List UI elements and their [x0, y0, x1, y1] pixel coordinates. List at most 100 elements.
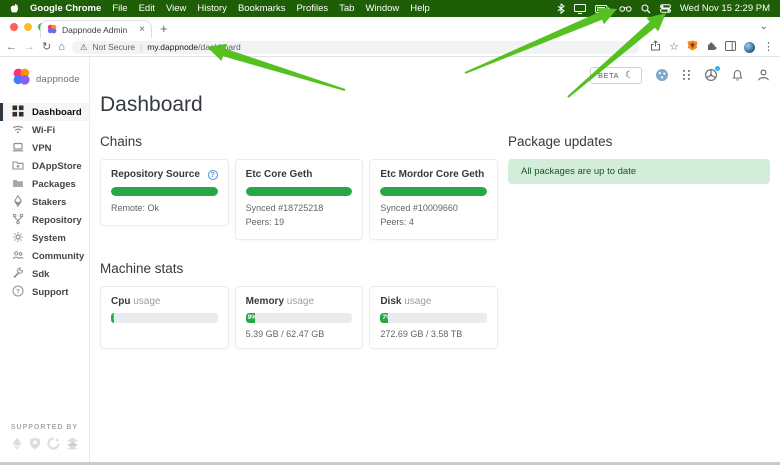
menu-window[interactable]: Window	[365, 3, 399, 14]
menubar-app-name[interactable]: Google Chrome	[30, 3, 101, 14]
sidebar-item-label: Stakers	[32, 197, 66, 208]
sidebar-item-sdk[interactable]: Sdk	[0, 265, 89, 283]
menu-tab[interactable]: Tab	[339, 3, 354, 14]
control-center-icon[interactable]	[660, 4, 671, 13]
display-icon[interactable]	[574, 4, 586, 14]
sidebar-item-stakers[interactable]: Stakers	[0, 193, 89, 211]
machine-stats-cards: Cpu usage 3% Memory usage 9% 5.39 GB / 6…	[100, 286, 498, 349]
brand-name: dappnode	[36, 74, 80, 85]
beta-badge[interactable]: BETA ☾	[590, 67, 642, 84]
disk-usage-bar: 7%	[380, 313, 487, 323]
tab-close-icon[interactable]: ×	[139, 24, 145, 35]
stat-card-cpu: Cpu usage 3%	[100, 286, 229, 349]
supported-by-label: SUPPORTED BY	[0, 424, 89, 431]
main-content: BETA ☾ Dash	[90, 57, 780, 465]
app-header: BETA ☾	[100, 61, 770, 89]
stat-suffix: usage	[133, 296, 160, 307]
sidebar-item-wifi[interactable]: Wi-Fi	[0, 121, 89, 139]
home-button[interactable]: ⌂	[58, 42, 65, 53]
extensions-puzzle-icon[interactable]	[706, 38, 717, 56]
sidebar-item-dashboard[interactable]: Dashboard	[0, 103, 89, 121]
menu-profiles[interactable]: Profiles	[296, 3, 328, 14]
dappnode-logo-icon	[12, 67, 31, 91]
reload-button[interactable]: ↻	[42, 42, 51, 53]
gear-icon	[12, 231, 24, 246]
stat-name: Cpu	[111, 296, 130, 307]
sidebar-item-label: DAppStore	[32, 161, 82, 172]
back-button[interactable]: ←	[6, 42, 17, 53]
sidebar-item-community[interactable]: Community	[0, 247, 89, 265]
ethereum-foundation-logo	[11, 437, 23, 455]
chain-peers-line: Peers: 19	[246, 216, 353, 230]
metrics-icon[interactable]	[682, 69, 691, 81]
battery-icon[interactable]	[595, 5, 610, 13]
apple-menu-icon[interactable]	[10, 3, 19, 14]
bluetooth-icon[interactable]	[557, 3, 565, 14]
metamask-extension-icon[interactable]	[687, 38, 698, 56]
sidebar-item-label: Repository	[32, 215, 82, 226]
bell-icon[interactable]	[731, 68, 744, 82]
menu-bookmarks[interactable]: Bookmarks	[238, 3, 286, 14]
cpu-usage-bar: 3%	[111, 313, 218, 323]
not-secure-warning-icon[interactable]: ⚠	[80, 42, 88, 53]
stat-card-disk: Disk usage 7% 272.69 GB / 3.58 TB	[369, 286, 498, 349]
menu-edit[interactable]: Edit	[139, 3, 155, 14]
question-circle-icon: ?	[12, 285, 24, 300]
new-tab-button[interactable]: +	[160, 21, 168, 36]
forward-button[interactable]: →	[24, 42, 35, 53]
sidebar-item-label: Dashboard	[32, 107, 82, 118]
menu-history[interactable]: History	[197, 3, 227, 14]
address-bar[interactable]: ⚠ Not Secure | my.dappnode/dashboard	[72, 41, 639, 54]
chain-peers-line: Peers: 4	[380, 216, 487, 230]
stat-name: Disk	[380, 296, 401, 307]
sidebar-item-vpn[interactable]: VPN	[0, 139, 89, 157]
sidebar-footer: SUPPORTED BY	[0, 424, 89, 455]
sidebar-item-repository[interactable]: Repository	[0, 211, 89, 229]
sidebar-item-system[interactable]: System	[0, 229, 89, 247]
connection-status-globe-icon[interactable]	[655, 68, 669, 82]
browser-tab[interactable]: Dappnode Admin ×	[40, 20, 152, 38]
tab-search-chevron-icon[interactable]: ⌄	[760, 21, 768, 32]
glasses-icon[interactable]	[619, 4, 632, 13]
dark-mode-moon-icon[interactable]: ☾	[625, 70, 634, 81]
url-path: /dashboard	[198, 42, 241, 52]
sidebar-item-packages[interactable]: Packages	[0, 175, 89, 193]
profile-avatar[interactable]	[744, 42, 755, 53]
bookmark-star-icon[interactable]: ☆	[669, 42, 679, 53]
chrome-tabstrip: Dappnode Admin × + ⌄	[0, 17, 780, 38]
menu-view[interactable]: View	[166, 3, 186, 14]
folder-plus-icon	[12, 159, 24, 174]
help-icon[interactable]: ?	[208, 170, 218, 180]
chain-name: Etc Core Geth	[246, 169, 313, 180]
sidebar-item-support[interactable]: ? Support	[0, 283, 89, 301]
folder-icon	[12, 177, 24, 192]
screen: Google Chrome File Edit View History Boo…	[0, 0, 780, 465]
stat-suffix: usage	[404, 296, 431, 307]
menu-help[interactable]: Help	[410, 3, 430, 14]
tab-title: Dappnode Admin	[62, 25, 134, 35]
sidebar-item-dappstore[interactable]: DAppStore	[0, 157, 89, 175]
window-close-button[interactable]	[10, 23, 18, 31]
spotlight-search-icon[interactable]	[641, 4, 651, 14]
brand[interactable]: dappnode	[0, 57, 89, 103]
chain-status-line: Remote: Ok	[111, 202, 218, 216]
menubar-clock[interactable]: Wed Nov 15 2:29 PM	[680, 3, 770, 14]
layers-logo	[66, 437, 79, 455]
chains-heading: Chains	[100, 134, 498, 149]
share-icon[interactable]	[650, 38, 661, 56]
user-icon[interactable]	[757, 68, 770, 82]
network-helm-icon[interactable]	[704, 68, 718, 82]
sidebar-item-label: Packages	[32, 179, 76, 190]
side-panel-icon[interactable]	[725, 38, 736, 56]
ethereum-diamond-icon	[12, 195, 24, 210]
chrome-menu-icon[interactable]: ⋮	[763, 42, 774, 53]
dappnode-app: dappnode Dashboard Wi-Fi VPN DAppStore P…	[0, 57, 780, 465]
menu-file[interactable]: File	[112, 3, 127, 14]
wifi-icon	[12, 123, 24, 138]
window-minimize-button[interactable]	[24, 23, 32, 31]
chains-cards: Repository Source ? Remote: Ok Etc Core …	[100, 159, 498, 240]
packages-up-to-date-alert: All packages are up to date	[508, 159, 770, 184]
dashboard-grid-icon	[12, 105, 24, 120]
notification-dot	[715, 66, 720, 71]
beta-label: BETA	[598, 71, 619, 80]
